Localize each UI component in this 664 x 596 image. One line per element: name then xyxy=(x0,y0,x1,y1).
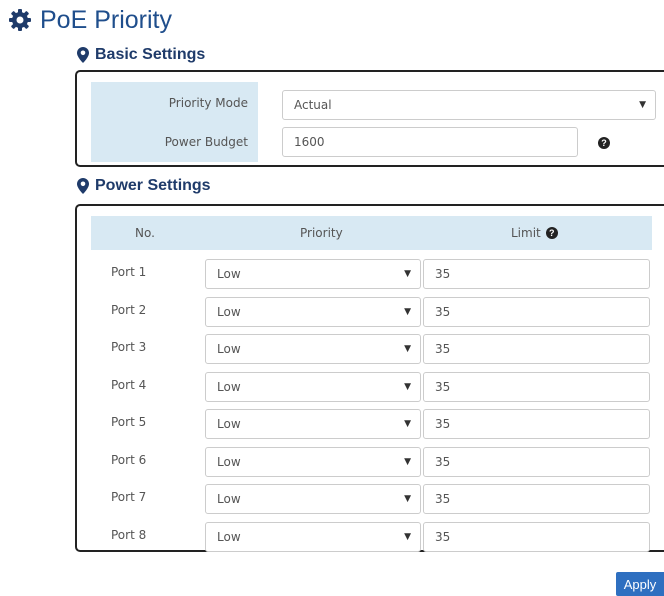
question-circle-icon[interactable]: ? xyxy=(598,137,610,149)
port-priority-select[interactable]: Low ▼ xyxy=(205,296,421,327)
port-priority-select[interactable]: Low ▼ xyxy=(205,259,421,289)
power-settings-title: Power Settings xyxy=(95,177,211,194)
power-budget-label: Power Budget xyxy=(164,135,248,149)
port-limit-input[interactable]: 35 xyxy=(423,409,650,439)
priority-mode-label: Priority Mode xyxy=(168,96,248,110)
basic-settings-title: Basic Settings xyxy=(95,46,206,63)
chevron-down-icon: ▼ xyxy=(404,344,411,354)
port-priority-value: Low xyxy=(217,492,241,506)
port-limit-value: 35 xyxy=(435,379,451,394)
port-priority-select[interactable]: Low ▼ xyxy=(205,334,421,364)
port-priority-value: Low xyxy=(217,379,241,394)
power-budget-value: 1600 xyxy=(294,135,325,149)
port-priority-select[interactable]: Low ▼ xyxy=(205,371,421,402)
port-priority-value: Low xyxy=(217,529,241,544)
gear-icon xyxy=(9,9,31,31)
port-limit-value: 35 xyxy=(435,454,451,469)
chevron-down-icon: ▼ xyxy=(404,306,411,317)
chevron-down-icon: ▼ xyxy=(404,269,411,279)
basic-settings-heading: Basic Settings xyxy=(77,46,205,64)
port-name: Port 3 xyxy=(111,340,147,354)
page-title: PoE Priority xyxy=(40,5,172,34)
chevron-down-icon: ▼ xyxy=(404,494,411,504)
map-marker-icon xyxy=(77,178,89,194)
chevron-down-icon: ▼ xyxy=(404,419,411,429)
port-name: Port 7 xyxy=(111,490,147,504)
chevron-down-icon: ▼ xyxy=(404,381,411,392)
port-limit-value: 35 xyxy=(435,267,451,281)
priority-mode-value: Actual xyxy=(294,98,332,112)
port-limit-input[interactable]: 35 xyxy=(423,334,650,364)
map-marker-icon xyxy=(77,47,89,63)
port-priority-value: Low xyxy=(217,304,241,319)
port-limit-value: 35 xyxy=(435,342,451,356)
port-name: Port 4 xyxy=(111,377,147,392)
port-name: Port 5 xyxy=(111,415,147,429)
port-priority-value: Low xyxy=(217,417,241,431)
column-limit: Limit ? xyxy=(511,216,558,250)
port-limit-value: 35 xyxy=(435,304,451,319)
page-header: PoE Priority xyxy=(8,4,172,36)
port-name: Port 2 xyxy=(111,302,147,317)
chevron-down-icon: ▼ xyxy=(404,531,411,542)
apply-button[interactable]: Apply xyxy=(616,572,664,596)
port-priority-value: Low xyxy=(217,267,241,281)
port-priority-select[interactable]: Low ▼ xyxy=(205,521,421,552)
port-name: Port 1 xyxy=(111,265,147,279)
chevron-down-icon: ▼ xyxy=(639,100,646,110)
power-budget-input[interactable]: 1600 xyxy=(282,127,578,157)
port-priority-value: Low xyxy=(217,454,241,469)
column-no: No. xyxy=(135,226,155,240)
basic-settings-panel: Priority Mode Power Budget Actual ▼ 1600… xyxy=(75,70,664,167)
question-circle-icon[interactable]: ? xyxy=(545,227,558,239)
port-limit-input[interactable]: 35 xyxy=(423,371,650,402)
port-priority-select[interactable]: Low ▼ xyxy=(205,409,421,439)
basic-labels-column: Priority Mode Power Budget xyxy=(91,82,258,162)
port-limit-input[interactable]: 35 xyxy=(423,446,650,477)
port-priority-select[interactable]: Low ▼ xyxy=(205,484,421,514)
port-priority-value: Low xyxy=(217,342,241,356)
port-limit-input[interactable]: 35 xyxy=(423,296,650,327)
power-table-header: No. Priority Limit ? xyxy=(91,216,652,250)
port-priority-select[interactable]: Low ▼ xyxy=(205,446,421,477)
port-limit-input[interactable]: 35 xyxy=(423,259,650,289)
column-priority: Priority xyxy=(300,226,343,240)
column-limit-label: Limit xyxy=(511,226,541,240)
port-limit-value: 35 xyxy=(435,529,451,544)
port-name: Port 6 xyxy=(111,452,147,467)
priority-mode-select[interactable]: Actual ▼ xyxy=(282,90,656,120)
port-name: Port 8 xyxy=(111,527,147,542)
port-limit-value: 35 xyxy=(435,417,451,431)
chevron-down-icon: ▼ xyxy=(404,456,411,467)
port-limit-input[interactable]: 35 xyxy=(423,521,650,552)
port-limit-input[interactable]: 35 xyxy=(423,484,650,514)
power-settings-panel: No. Priority Limit ? Port 1 Low ▼ 35 Port 2 L… xyxy=(75,204,664,552)
power-settings-heading: Power Settings xyxy=(77,177,211,195)
port-limit-value: 35 xyxy=(435,492,451,506)
